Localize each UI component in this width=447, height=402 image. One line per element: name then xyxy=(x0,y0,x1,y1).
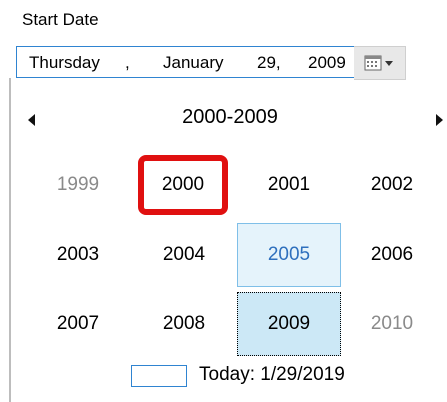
day-field[interactable]: 29, xyxy=(257,53,281,73)
start-date-label: Start Date xyxy=(22,10,99,29)
divider xyxy=(9,78,11,402)
year-cell-2000[interactable]: 2000 xyxy=(138,155,228,215)
year-cell-2009[interactable]: 2009 xyxy=(237,292,341,356)
today-link[interactable]: Today: 1/29/2019 xyxy=(199,364,345,386)
year-cell-2010[interactable]: 2010 xyxy=(340,292,444,356)
chevron-down-icon xyxy=(385,61,393,66)
month-field[interactable]: January xyxy=(163,53,223,73)
previous-decade-arrow-icon[interactable] xyxy=(28,114,35,126)
calendar-dropdown-button[interactable] xyxy=(354,46,406,80)
year-cell-1999[interactable]: 1999 xyxy=(26,153,130,217)
decade-header[interactable]: 2000-2009 xyxy=(150,106,310,129)
separator: , xyxy=(125,53,130,72)
year-cell-2003[interactable]: 2003 xyxy=(26,223,130,287)
year-cell-2001[interactable]: 2001 xyxy=(237,153,341,217)
calendar-icon xyxy=(364,55,393,71)
year-cell-2004[interactable]: 2004 xyxy=(132,223,236,287)
year-cell-2005[interactable]: 2005 xyxy=(237,223,341,287)
next-decade-arrow-icon[interactable] xyxy=(436,114,443,126)
year-cell-2002[interactable]: 2002 xyxy=(340,153,444,217)
date-input[interactable]: Thursday , January 29, 2009 xyxy=(16,46,364,78)
year-cell-2007[interactable]: 2007 xyxy=(26,292,130,356)
day-name-field[interactable]: Thursday xyxy=(29,53,100,73)
today-indicator xyxy=(131,365,187,387)
year-cell-2006[interactable]: 2006 xyxy=(340,223,444,287)
year-field[interactable]: 2009 xyxy=(308,53,346,73)
year-cell-2008[interactable]: 2008 xyxy=(132,292,236,356)
